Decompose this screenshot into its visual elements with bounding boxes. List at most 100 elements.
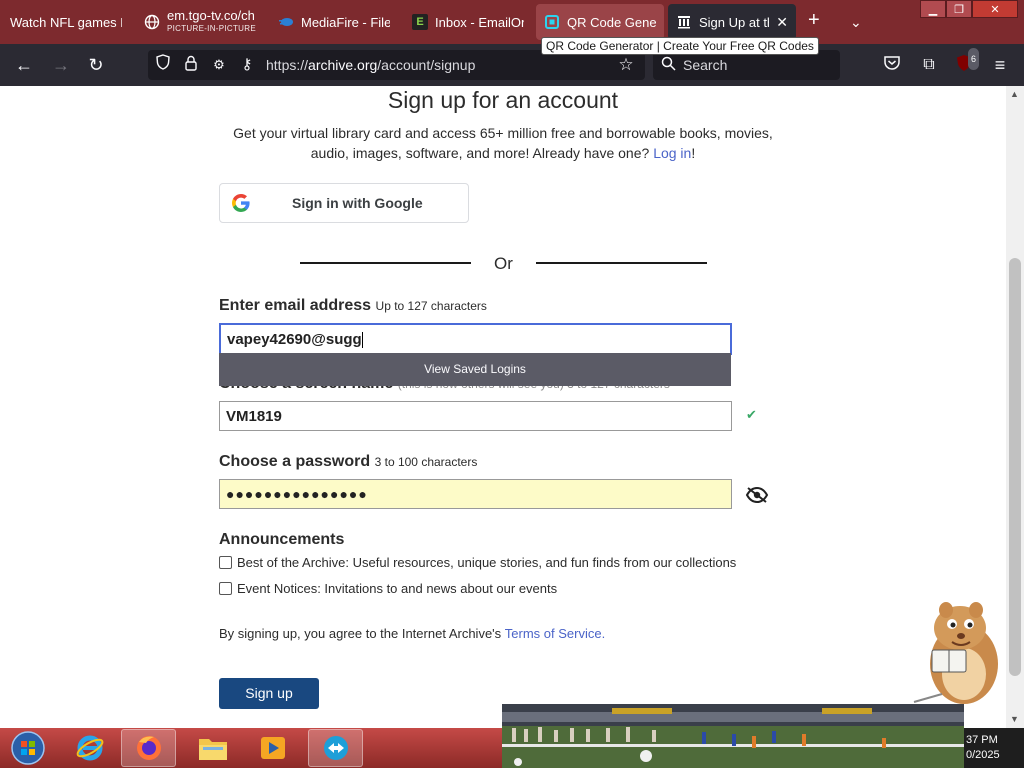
email-field[interactable]: vapey42690@sugg (219, 323, 732, 355)
hamster-mascot-image (912, 598, 1008, 710)
tab-subtitle: PICTURE-IN-PICTURE (167, 24, 256, 33)
checkbox[interactable] (219, 582, 232, 595)
sign-in-with-google-button[interactable]: Sign in with Google (219, 183, 469, 223)
search-placeholder: Search (683, 57, 728, 73)
teamviewer-app-icon[interactable] (308, 729, 363, 767)
forward-arrow-icon[interactable]: → (50, 54, 72, 76)
announcement-option-best-of-archive[interactable]: Best of the Archive: Useful resources, u… (219, 555, 736, 570)
mediafire-icon (278, 14, 294, 30)
firefox-icon[interactable] (121, 729, 176, 767)
tab-list-chevron-icon[interactable]: ⌄ (850, 12, 862, 32)
clock-time: 37 PM (966, 734, 998, 746)
back-arrow-icon[interactable]: ← (13, 54, 35, 76)
ublock-extension-icon[interactable]: 6 (953, 48, 979, 76)
password-label: Choose a password 3 to 100 characters (219, 453, 477, 471)
sign-up-button[interactable]: Sign up (219, 678, 319, 709)
file-explorer-icon[interactable] (185, 729, 240, 767)
clock-date: 0/2025 (966, 749, 1000, 761)
pocket-icon[interactable] (881, 54, 903, 76)
password-hint: 3 to 100 characters (374, 455, 478, 469)
intro-end: ! (691, 145, 696, 161)
extension-badge: 6 (967, 48, 979, 70)
system-clock[interactable]: 37 PM 0/2025 (964, 728, 1024, 768)
announcements-heading: Announcements (219, 531, 345, 548)
qr-icon (544, 14, 560, 30)
text-caret (361, 332, 363, 349)
tab-title: Sign Up at the (699, 14, 769, 30)
reload-icon[interactable]: ↻ (85, 54, 107, 76)
tab-mediafire[interactable]: MediaFire - Files (270, 4, 398, 40)
email-label: Enter email address Up to 127 characters (219, 297, 487, 315)
archive-icon (676, 14, 692, 30)
password-field[interactable]: ●●●●●●●●●●●●●●● (219, 479, 732, 509)
checkbox[interactable] (219, 556, 232, 569)
start-orb-icon[interactable] (0, 729, 55, 767)
url-prefix: https:// (266, 57, 309, 73)
url-host: archive.org (308, 57, 378, 73)
google-button-label: Sign in with Google (292, 195, 423, 211)
internet-explorer-icon[interactable] (62, 729, 117, 767)
tab-title: Inbox - EmailOnl (435, 14, 524, 30)
tab-nfl[interactable]: Watch NFL games Li (2, 4, 130, 40)
page-content: Sign up for an account Get your virtual … (0, 86, 1006, 728)
tab-title: QR Code Genera (567, 14, 656, 30)
media-player-icon[interactable] (245, 729, 300, 767)
google-g-icon (232, 194, 250, 212)
password-value: ●●●●●●●●●●●●●●● (226, 486, 368, 502)
navigation-toolbar: ← → ↻ ⚙ ⚷ https://archive.org/account/si… (0, 44, 1024, 86)
email-label-text: Enter email address (219, 297, 372, 314)
lock-icon[interactable] (180, 54, 202, 76)
close-tab-icon[interactable]: ✕ (776, 14, 788, 31)
maximize-icon[interactable]: ❐ (946, 0, 972, 18)
url-text[interactable]: https://archive.org/account/signup (266, 57, 475, 73)
screen-name-field[interactable]: VM1819 (219, 401, 732, 431)
tab-title: Watch NFL games Li (10, 14, 122, 30)
announcement-option-event-notices[interactable]: Event Notices: Invitations to and news a… (219, 581, 557, 596)
bookmark-star-icon[interactable]: ☆ (615, 54, 637, 76)
tab-title: MediaFire - Files (301, 14, 390, 30)
new-tab-plus-icon[interactable]: + (808, 10, 820, 30)
tab-tooltip: QR Code Generator | Create Your Free QR … (541, 37, 819, 55)
email-hint: Up to 127 characters (375, 299, 487, 313)
emailondeck-icon: E (412, 14, 428, 30)
extensions-puzzle-icon[interactable]: ⧉ (918, 54, 940, 76)
screen-name-value: VM1819 (226, 408, 282, 425)
search-icon (657, 54, 679, 76)
checkbox-label: Best of the Archive: Useful resources, u… (237, 555, 737, 570)
divider-right (536, 262, 707, 264)
terms-of-service-link[interactable]: Terms of Service. (505, 626, 605, 641)
permissions-sliders-icon[interactable]: ⚙ (208, 54, 230, 76)
picture-in-picture-video[interactable] (502, 704, 964, 768)
minimize-icon[interactable]: ▁ (920, 0, 946, 18)
key-icon[interactable]: ⚷ (236, 54, 258, 76)
tab-strip: Watch NFL games Li em.tgo-tv.co/ch PICTU… (0, 0, 1024, 44)
window-controls: ▁ ❐ ✕ (920, 0, 1018, 18)
window-close-icon[interactable]: ✕ (972, 0, 1018, 18)
password-label-text: Choose a password (219, 453, 371, 470)
menu-hamburger-icon[interactable]: ≡ (989, 54, 1011, 76)
tab-emailondeck[interactable]: E Inbox - EmailOnl (404, 4, 532, 40)
shield-icon[interactable] (152, 54, 174, 76)
tab-title: em.tgo-tv.co/ch (167, 9, 255, 23)
or-divider-label: Or (494, 254, 513, 273)
scrollbar-thumb[interactable] (1009, 258, 1021, 676)
page-title: Sign up for an account (387, 87, 619, 113)
login-link[interactable]: Log in (653, 145, 691, 161)
email-value: vapey42690@sugg (227, 331, 362, 348)
tab-tgo-tv[interactable]: em.tgo-tv.co/ch PICTURE-IN-PICTURE (136, 4, 264, 40)
checkmark-icon: ✔ (746, 407, 757, 422)
terms-text: By signing up, you agree to the Internet… (219, 626, 502, 641)
terms-notice: By signing up, you agree to the Internet… (219, 626, 605, 641)
divider-left (300, 262, 471, 264)
tab-archive-signup[interactable]: Sign Up at the ✕ (668, 4, 796, 40)
intro-text: Get your virtual library card and access… (220, 123, 786, 163)
url-path: /account/signup (377, 57, 476, 73)
globe-icon (144, 14, 160, 30)
checkbox-label: Event Notices: Invitations to and news a… (237, 581, 558, 596)
scroll-up-arrow-icon[interactable]: ▲ (1010, 89, 1019, 99)
tab-qr-code[interactable]: QR Code Genera (536, 4, 664, 40)
eye-hidden-icon[interactable] (745, 486, 769, 504)
page-scrollbar[interactable]: ▲ ▼ (1006, 86, 1024, 728)
scroll-down-arrow-icon[interactable]: ▼ (1010, 714, 1019, 724)
view-saved-logins-dropdown[interactable]: View Saved Logins (219, 353, 731, 386)
